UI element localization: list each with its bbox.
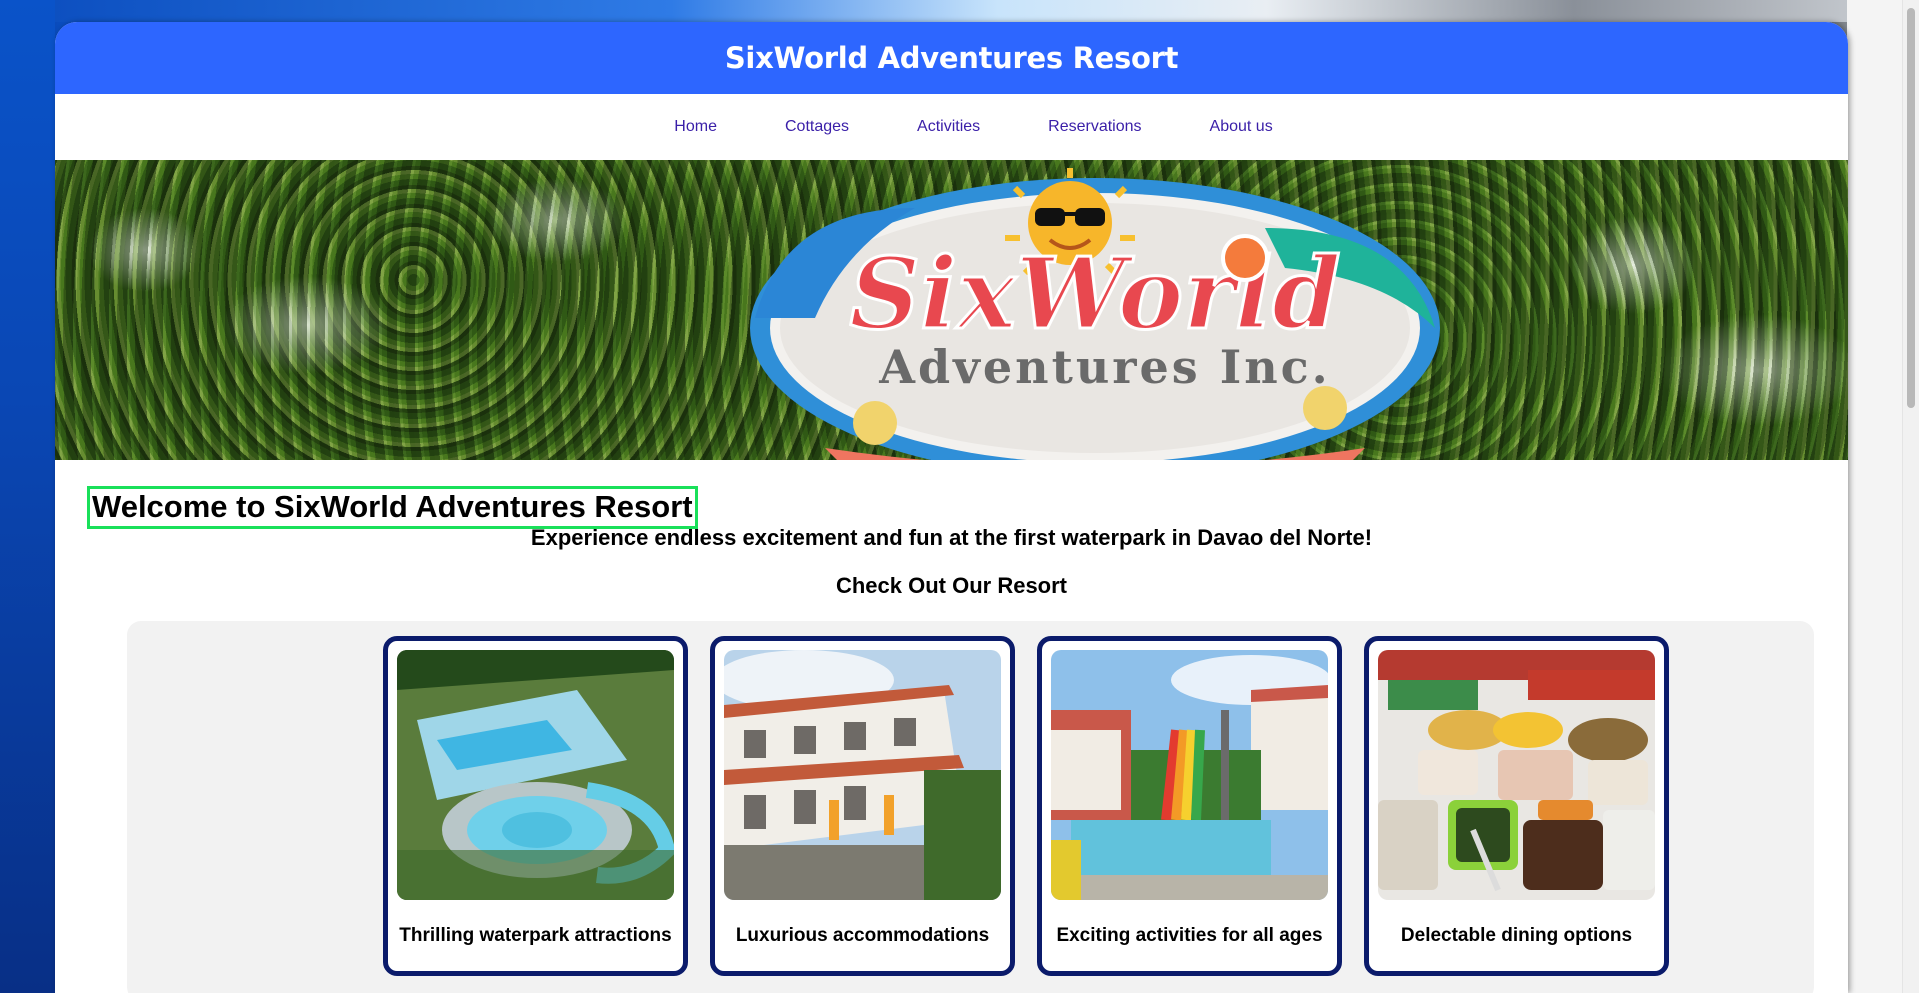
nav-home[interactable]: Home	[674, 118, 717, 136]
nav-about-us[interactable]: About us	[1210, 118, 1273, 136]
welcome-heading: Welcome to SixWorld Adventures Resort	[87, 486, 698, 529]
resort-page: SixWorld Adventures Resort Home Cottages…	[55, 22, 1848, 993]
feature-card-accommodations[interactable]: Luxurious accommodations	[710, 636, 1015, 976]
desktop-background-top	[0, 0, 1919, 22]
sign-sub-text: Adventures Inc.	[878, 340, 1330, 394]
card-caption: Luxurious accommodations	[735, 925, 990, 946]
waterpark-photo	[397, 650, 674, 900]
main-nav: Home Cottages Activities Reservations Ab…	[55, 94, 1848, 160]
vertical-scrollbar[interactable]	[1902, 0, 1919, 993]
hero-banner-image: SixWorld Adventures Inc.	[55, 160, 1848, 460]
nav-reservations[interactable]: Reservations	[1048, 118, 1141, 136]
dining-photo	[1378, 650, 1655, 900]
sixworld-sign-logo: SixWorld Adventures Inc.	[750, 168, 1440, 460]
feature-card-activities[interactable]: Exciting activities for all ages	[1037, 636, 1342, 976]
card-caption: Exciting activities for all ages	[1056, 925, 1323, 946]
features-panel: Thrilling waterpark attractions Luxuriou…	[127, 621, 1814, 993]
desktop-background-left	[0, 0, 55, 993]
accommodations-photo	[724, 650, 1001, 900]
scrollbar-thumb[interactable]	[1907, 8, 1915, 408]
section-title: Check Out Our Resort	[835, 573, 1068, 598]
nav-activities[interactable]: Activities	[917, 118, 980, 136]
nav-cottages[interactable]: Cottages	[785, 118, 849, 136]
feature-card-dining[interactable]: Delectable dining options	[1364, 636, 1669, 976]
tagline: Experience endless excitement and fun at…	[530, 525, 1373, 550]
site-title: SixWorld Adventures Resort	[724, 41, 1179, 75]
card-caption: Delectable dining options	[1400, 925, 1633, 946]
activities-photo	[1051, 650, 1328, 900]
site-header: SixWorld Adventures Resort	[55, 22, 1848, 94]
card-caption: Thrilling waterpark attractions	[399, 925, 672, 946]
feature-card-waterpark[interactable]: Thrilling waterpark attractions	[383, 636, 688, 976]
